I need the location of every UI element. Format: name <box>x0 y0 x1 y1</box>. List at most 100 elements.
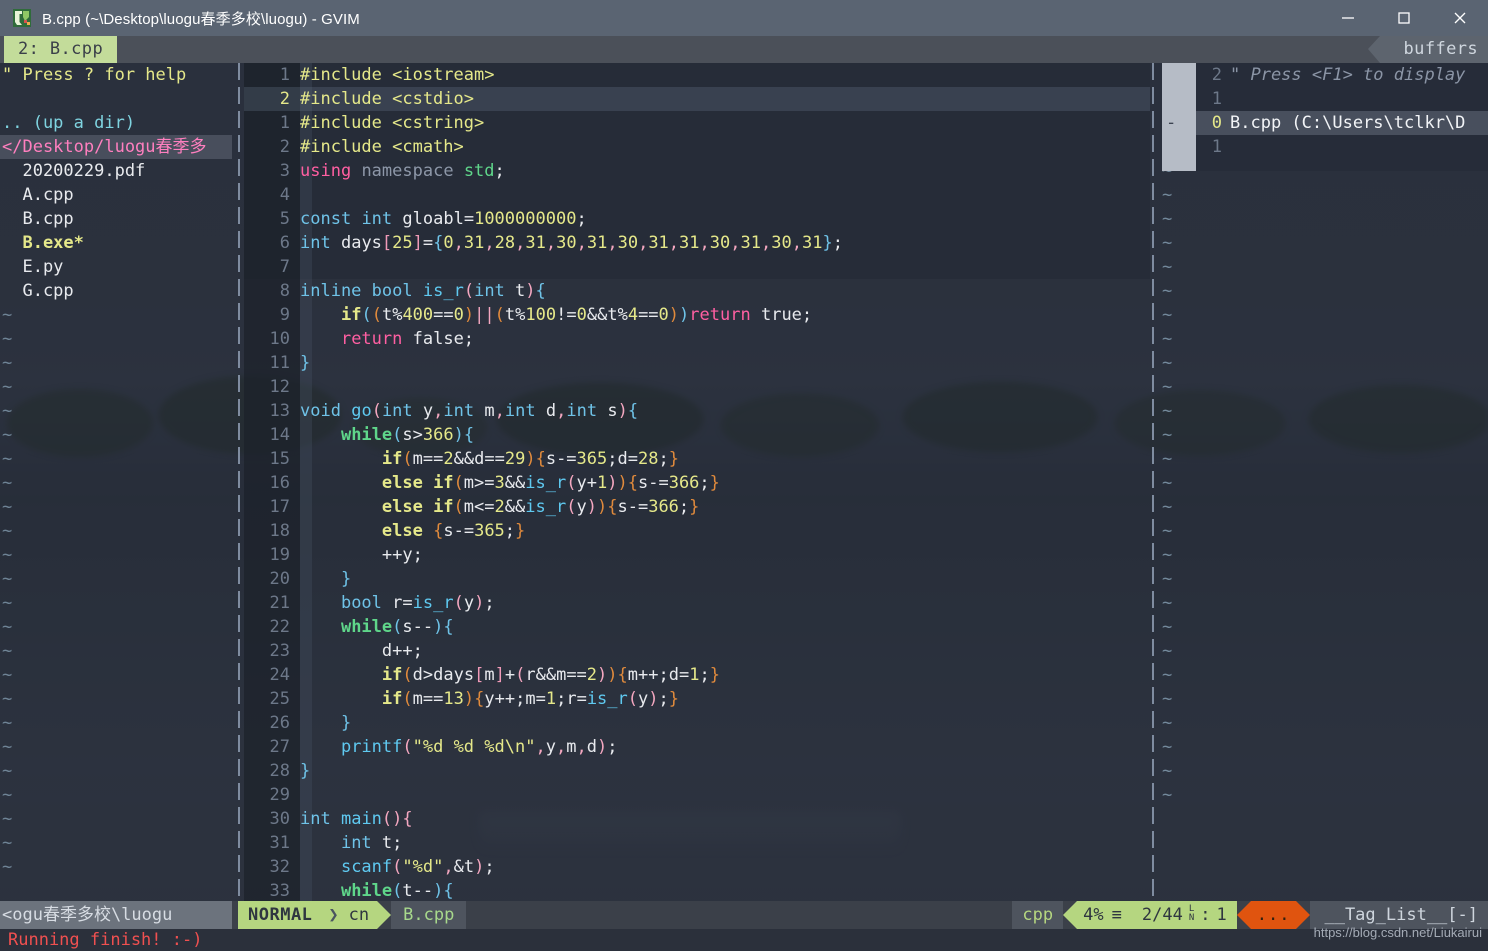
code-line[interactable]: 19 ++y; <box>244 543 1150 567</box>
file-tree-item[interactable]: 20200229.pdf <box>0 159 232 183</box>
file-tree-item[interactable]: A.cpp <box>0 183 232 207</box>
line-number: 12 <box>269 377 290 397</box>
code-line[interactable]: 9 if((t%400==0)||(t%100!=0&&t%4==0))retu… <box>244 303 1150 327</box>
code-line[interactable]: 6 int days[25]={0,31,28,31,30,31,30,31,31… <box>244 231 1150 255</box>
status-mode: NORMAL <box>238 901 321 929</box>
code-text: #include <iostream> <box>300 65 495 85</box>
code-line[interactable]: 26 } <box>244 711 1150 735</box>
code-line[interactable]: 1 #include <iostream> <box>244 63 1150 87</box>
code-line[interactable]: 8 inline bool is_r(int t){ <box>244 279 1150 303</box>
empty-line-marker: ~ <box>2 785 13 805</box>
file-explorer-pane[interactable]: " Press ? for help .. (up a dir) </Desktop… <box>0 63 232 901</box>
empty-line-marker: ~ <box>1162 713 1173 733</box>
code-line[interactable]: 7 <box>244 255 1150 279</box>
code-text: #include <cstdio> <box>300 89 474 109</box>
empty-line-marker: ~ <box>2 449 13 469</box>
line-number: 11 <box>269 353 290 373</box>
empty-line-marker: ~ <box>1162 665 1173 685</box>
code-line[interactable]: 29 <box>244 783 1150 807</box>
code-line[interactable]: 28} <box>244 759 1150 783</box>
code-line[interactable]: 16 else if(m>=3&&is_r(y+1)){s-=366;} <box>244 471 1150 495</box>
editor-empty-lines-column: ~~~~~~~~~~~~~~~~~~~~~~~~~~~~~~~ <box>1156 63 1196 901</box>
code-editor-pane[interactable]: 1 #include <iostream> 2 #include <cstdio> 1 #… <box>244 63 1150 901</box>
buffer-list-item[interactable]: 1 <box>1196 135 1488 159</box>
empty-line-marker <box>1196 327 1488 351</box>
code-text: void go(int y,int m,int d,int s){ <box>300 401 639 421</box>
code-text: while(s>366){ <box>340 425 475 445</box>
code-line[interactable]: 18 else {s-=365;} <box>244 519 1150 543</box>
code-line[interactable]: 27 printf("%d %d %d\n",y,m,d); <box>244 735 1150 759</box>
file-tree-item[interactable]: B.cpp <box>0 207 232 231</box>
code-line[interactable]: 32 scanf("%d",&t); <box>244 855 1150 879</box>
code-line[interactable]: 4 <box>244 183 1150 207</box>
empty-line-marker: ~ <box>2 473 13 493</box>
code-line[interactable]: 33 while(t--){ <box>244 879 1150 901</box>
line-number: 14 <box>269 425 290 445</box>
empty-line-marker: ~ <box>1162 425 1173 445</box>
code-line[interactable]: 3 using namespace std; <box>244 159 1150 183</box>
status-encoding: cn <box>346 901 378 929</box>
empty-line-marker <box>1196 759 1488 783</box>
status-arrow-right-orange-icon <box>1296 901 1311 929</box>
maximize-button[interactable] <box>1376 0 1432 36</box>
code-line[interactable]: 30 int main(){ <box>244 807 1150 831</box>
tab-buffers-label[interactable]: buffers <box>1404 36 1478 63</box>
empty-line-marker <box>1196 471 1488 495</box>
code-line[interactable]: 11} <box>244 351 1150 375</box>
file-tree-item[interactable]: B.exe* <box>0 231 232 255</box>
code-line[interactable]: 25 if(m==13){y++;m=1;r=is_r(y);} <box>244 687 1150 711</box>
file-tree-item[interactable]: .. (up a dir) <box>0 111 232 135</box>
code-line[interactable]: 20 } <box>244 567 1150 591</box>
code-text: while(t--){ <box>340 881 454 901</box>
code-line[interactable]: 10 return false; <box>244 327 1150 351</box>
empty-line-marker <box>1196 351 1488 375</box>
buffers-pane[interactable]: 2 " Press <F1> to display 1 0 B.cpp (C:\User… <box>1196 63 1488 901</box>
empty-line-marker <box>1196 447 1488 471</box>
code-line[interactable]: 17 else if(m<=2&&is_r(y)){s-=366;} <box>244 495 1150 519</box>
empty-line-marker <box>1196 255 1488 279</box>
status-arrow-right-icon <box>377 901 392 929</box>
code-line[interactable]: 12 <box>244 375 1150 399</box>
status-filetype: cpp <box>1012 901 1064 929</box>
code-text: if(m==2&&d==29){s-=365;d=28;} <box>381 449 679 469</box>
file-tree-item[interactable]: " Press ? for help <box>0 63 232 87</box>
code-line[interactable]: 15 if(m==2&&d==29){s-=365;d=28;} <box>244 447 1150 471</box>
code-line[interactable]: 24 if(d>days[m]+(r&&m==2)){m++;d=1;} <box>244 663 1150 687</box>
minimize-button[interactable] <box>1320 0 1376 36</box>
code-line[interactable]: 21 bool r=is_r(y); <box>244 591 1150 615</box>
empty-line-marker: ~ <box>2 665 13 685</box>
empty-line-marker: ~ <box>2 737 13 757</box>
code-line[interactable]: 5 const int gloabl=1000000000; <box>244 207 1150 231</box>
code-text: if((t%400==0)||(t%100!=0&&t%4==0))return… <box>340 305 813 325</box>
code-line[interactable]: 14 while(s>366){ <box>244 423 1150 447</box>
buffer-list-item[interactable]: 2 " Press <F1> to display <box>1196 63 1488 87</box>
code-line[interactable]: 23 d++; <box>244 639 1150 663</box>
status-line-value: 2/44 <box>1141 905 1183 925</box>
buffer-list-item[interactable]: 1 <box>1196 87 1488 111</box>
code-line[interactable]: 1 #include <cstring> <box>244 111 1150 135</box>
scroll-lines-icon: ≡ <box>1111 905 1122 925</box>
buffer-label: " Press <F1> to display <box>1230 65 1466 85</box>
close-button[interactable] <box>1432 0 1488 36</box>
empty-line-marker: ~ <box>2 569 13 589</box>
code-line[interactable]: 22 while(s--){ <box>244 615 1150 639</box>
line-number-icon: L N <box>1188 904 1195 923</box>
code-line[interactable]: 31 int t; <box>244 831 1150 855</box>
empty-line-marker: ~ <box>2 353 13 373</box>
file-tree-item[interactable]: G.cpp <box>0 279 232 303</box>
code-line[interactable]: 2 #include <cmath> <box>244 135 1150 159</box>
tab-b-cpp[interactable]: 2: B.cpp <box>4 36 118 63</box>
empty-line-marker: ~ <box>1162 497 1173 517</box>
code-line[interactable]: 2 #include <cstdio> <box>244 87 1150 111</box>
buffers-fold-marker[interactable]: - <box>1166 111 1176 135</box>
buffer-list-item[interactable]: 0 B.cpp (C:\Users\tclkr\D <box>1196 111 1488 135</box>
file-tree-item[interactable] <box>0 87 232 111</box>
file-tree-item[interactable]: E.py <box>0 255 232 279</box>
status-percent: 4% ≡ <box>1077 901 1132 929</box>
code-line[interactable]: 13 void go(int y,int m,int d,int s){ <box>244 399 1150 423</box>
status-arrow-left-orange-icon <box>1236 901 1251 929</box>
line-number: 19 <box>269 545 290 565</box>
file-tree-item[interactable]: </Desktop/luogu春季多 <box>0 135 232 159</box>
vertical-split-left <box>238 63 240 901</box>
watermark: https://blog.csdn.net/Liukairui <box>1313 925 1482 940</box>
